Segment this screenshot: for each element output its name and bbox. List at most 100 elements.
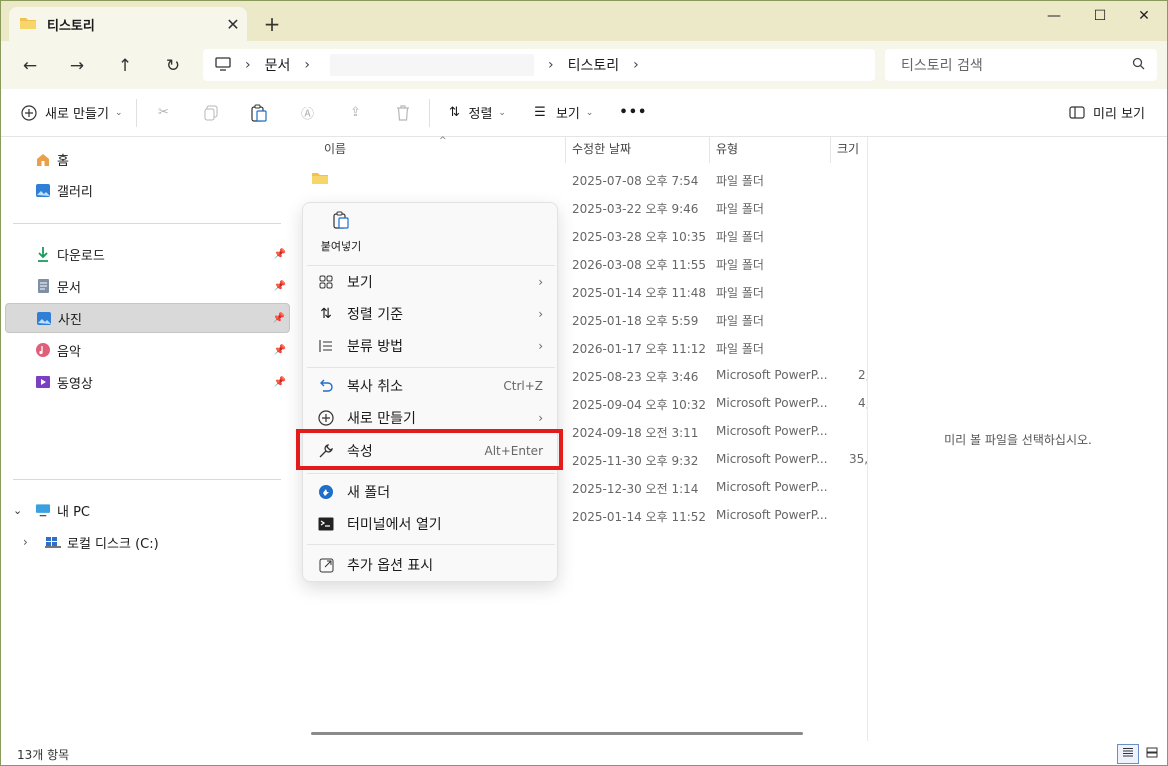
share-button[interactable]: ⇪ <box>345 103 365 123</box>
row-type: Microsoft PowerP... <box>716 424 828 438</box>
chevron-right-icon[interactable]: › <box>304 57 310 73</box>
column-divider[interactable] <box>709 137 710 163</box>
sidebar-item-home[interactable]: 홈 <box>5 144 290 174</box>
column-header-name[interactable]: 이름 <box>324 137 346 163</box>
close-window-button[interactable]: ✕ <box>1121 1 1167 33</box>
menu-item-open-terminal[interactable]: 터미널에서 열기 <box>307 508 555 540</box>
row-modified: 2025-08-23 오후 3:46 <box>572 370 699 384</box>
paste-button[interactable] <box>249 103 269 123</box>
column-header-type[interactable]: 유형 <box>716 137 738 163</box>
pin-icon[interactable]: 📌 <box>274 377 286 388</box>
row-type: 파일 폴더 <box>716 286 764 300</box>
menu-item-new-folder[interactable]: 새 폴더 <box>307 476 555 508</box>
row-modified: 2025-01-14 오후 11:52 <box>572 510 707 524</box>
view-button[interactable]: ☰ 보기 ⌄ <box>530 103 593 123</box>
group-by-icon <box>317 337 335 355</box>
chevron-right-icon[interactable]: › <box>245 57 251 73</box>
preview-pane-button[interactable]: 미리 보기 <box>1067 103 1145 123</box>
address-bar[interactable]: › 문서 › › 티스토리 › <box>203 49 875 81</box>
row-modified: 2025-07-08 오후 7:54 <box>572 174 699 188</box>
column-divider[interactable] <box>830 137 831 163</box>
tiles-view-button[interactable] <box>1141 744 1163 764</box>
details-view-button[interactable] <box>1117 744 1139 764</box>
horizontal-scrollbar[interactable] <box>311 732 803 735</box>
sort-button[interactable]: ⇅ 정렬 ⌄ <box>444 103 506 123</box>
sidebar-item-documents[interactable]: 문서 📌 <box>5 271 290 301</box>
new-button[interactable]: 새로 만들기 ⌄ <box>19 103 122 123</box>
new-tab-button[interactable]: + <box>259 11 285 37</box>
tab-tistory[interactable]: 티스토리 ✕ <box>9 7 247 41</box>
menu-item-sort-by[interactable]: ⇅ 정렬 기준 › <box>307 298 555 330</box>
status-bar: 13개 항목 <box>1 741 1167 765</box>
highlight-box <box>296 429 563 470</box>
preview-pane-icon <box>1067 103 1087 123</box>
row-modified: 2025-09-04 오후 10:32 <box>572 398 707 412</box>
sidebar-item-this-pc[interactable]: ⌄ 내 PC <box>5 495 290 525</box>
tab-close-icon[interactable]: ✕ <box>219 15 247 34</box>
rename-button[interactable]: Ⓐ <box>297 103 317 123</box>
sidebar-divider <box>13 479 281 480</box>
sidebar-item-local-disk[interactable]: › 로컬 디스크 (C:) <box>5 527 290 557</box>
search-input[interactable]: 티스토리 검색 <box>885 49 1157 81</box>
row-modified: 2026-03-08 오후 11:55 <box>572 258 707 272</box>
trash-icon <box>393 103 413 123</box>
back-arrow-icon[interactable]: ← <box>17 53 43 79</box>
sidebar-item-pictures[interactable]: 사진 📌 <box>5 303 290 333</box>
breadcrumb-documents[interactable]: 문서 <box>265 55 291 75</box>
menu-item-view[interactable]: 보기 › <box>307 266 555 298</box>
column-header-size[interactable]: 크기 <box>837 137 859 163</box>
menu-item-undo-copy[interactable]: 복사 취소 Ctrl+Z <box>307 370 555 402</box>
context-paste-button[interactable]: 붙여넣기 <box>311 211 371 259</box>
row-type: 파일 폴더 <box>716 174 764 188</box>
menu-item-shortcut: Ctrl+Z <box>503 379 543 393</box>
chevron-right-icon[interactable]: › <box>633 57 639 73</box>
paste-icon <box>333 211 349 232</box>
command-bar: 새로 만들기 ⌄ ✂ Ⓐ ⇪ ⇅ 정렬 ⌄ ☰ 보기 ⌄ ••• 미리 보기 <box>1 89 1167 137</box>
copy-button[interactable] <box>201 103 221 123</box>
context-menu: 붙여넣기 보기 › ⇅ 정렬 기준 › 분류 방법 › 복사 취소 Ctrl+Z… <box>302 202 558 582</box>
forward-arrow-icon[interactable]: → <box>64 53 90 79</box>
sidebar-item-label: 동영상 <box>57 376 93 392</box>
cut-button[interactable]: ✂ <box>153 103 173 123</box>
pin-icon[interactable]: 📌 <box>274 249 286 260</box>
sidebar-item-gallery[interactable]: 갤러리 <box>5 175 290 205</box>
document-icon <box>35 278 51 294</box>
chevron-right-icon: › <box>538 411 543 425</box>
breadcrumb-hidden-segment[interactable] <box>329 54 534 76</box>
chevron-right-icon[interactable]: › <box>23 535 28 549</box>
pin-icon[interactable]: 📌 <box>274 345 286 356</box>
refresh-icon[interactable]: ↻ <box>160 53 186 79</box>
sidebar-item-downloads[interactable]: 다운로드 📌 <box>5 239 290 269</box>
column-header-modified[interactable]: 수정한 날짜 <box>572 137 631 163</box>
row-modified: 2025-03-28 오후 10:35 <box>572 230 707 244</box>
pin-icon[interactable]: 📌 <box>273 313 285 324</box>
menu-item-group-by[interactable]: 분류 방법 › <box>307 330 555 362</box>
pictures-icon <box>36 310 52 326</box>
delete-button[interactable] <box>393 103 413 123</box>
sidebar-item-videos[interactable]: 동영상 📌 <box>5 367 290 397</box>
chevron-right-icon: › <box>538 275 543 289</box>
minimize-button[interactable]: — <box>1031 1 1077 33</box>
toolbar-divider <box>136 98 138 127</box>
chevron-down-icon[interactable]: ⌄ <box>13 504 22 517</box>
more-options-button[interactable]: ••• <box>619 105 647 120</box>
sidebar-divider <box>13 223 281 224</box>
search-placeholder: 티스토리 검색 <box>901 58 983 74</box>
sidebar-item-label: 갤러리 <box>57 184 93 200</box>
chevron-right-icon[interactable]: › <box>548 57 554 73</box>
maximize-button[interactable]: ☐ <box>1077 1 1123 33</box>
chevron-down-icon: ⌄ <box>585 107 594 118</box>
preview-message: 미리 볼 파일을 선택하십시오. <box>944 433 1092 447</box>
up-arrow-icon[interactable]: ↑ <box>112 53 138 79</box>
terminal-icon <box>317 515 335 533</box>
table-row[interactable]: 2025-07-08 오후 7:54 파일 폴더 <box>293 165 867 193</box>
row-modified: 2025-12-30 오전 1:14 <box>572 482 699 496</box>
pin-icon[interactable]: 📌 <box>274 281 286 292</box>
sidebar-item-label: 로컬 디스크 (C:) <box>67 536 159 552</box>
copy-icon <box>201 103 221 123</box>
menu-item-show-more-options[interactable]: 추가 옵션 표시 <box>307 549 555 581</box>
breadcrumb-tistory[interactable]: 티스토리 <box>568 55 620 75</box>
chevron-down-icon: ⌄ <box>114 107 123 118</box>
sidebar-item-music[interactable]: 음악 📌 <box>5 335 290 365</box>
column-divider[interactable] <box>565 137 566 163</box>
